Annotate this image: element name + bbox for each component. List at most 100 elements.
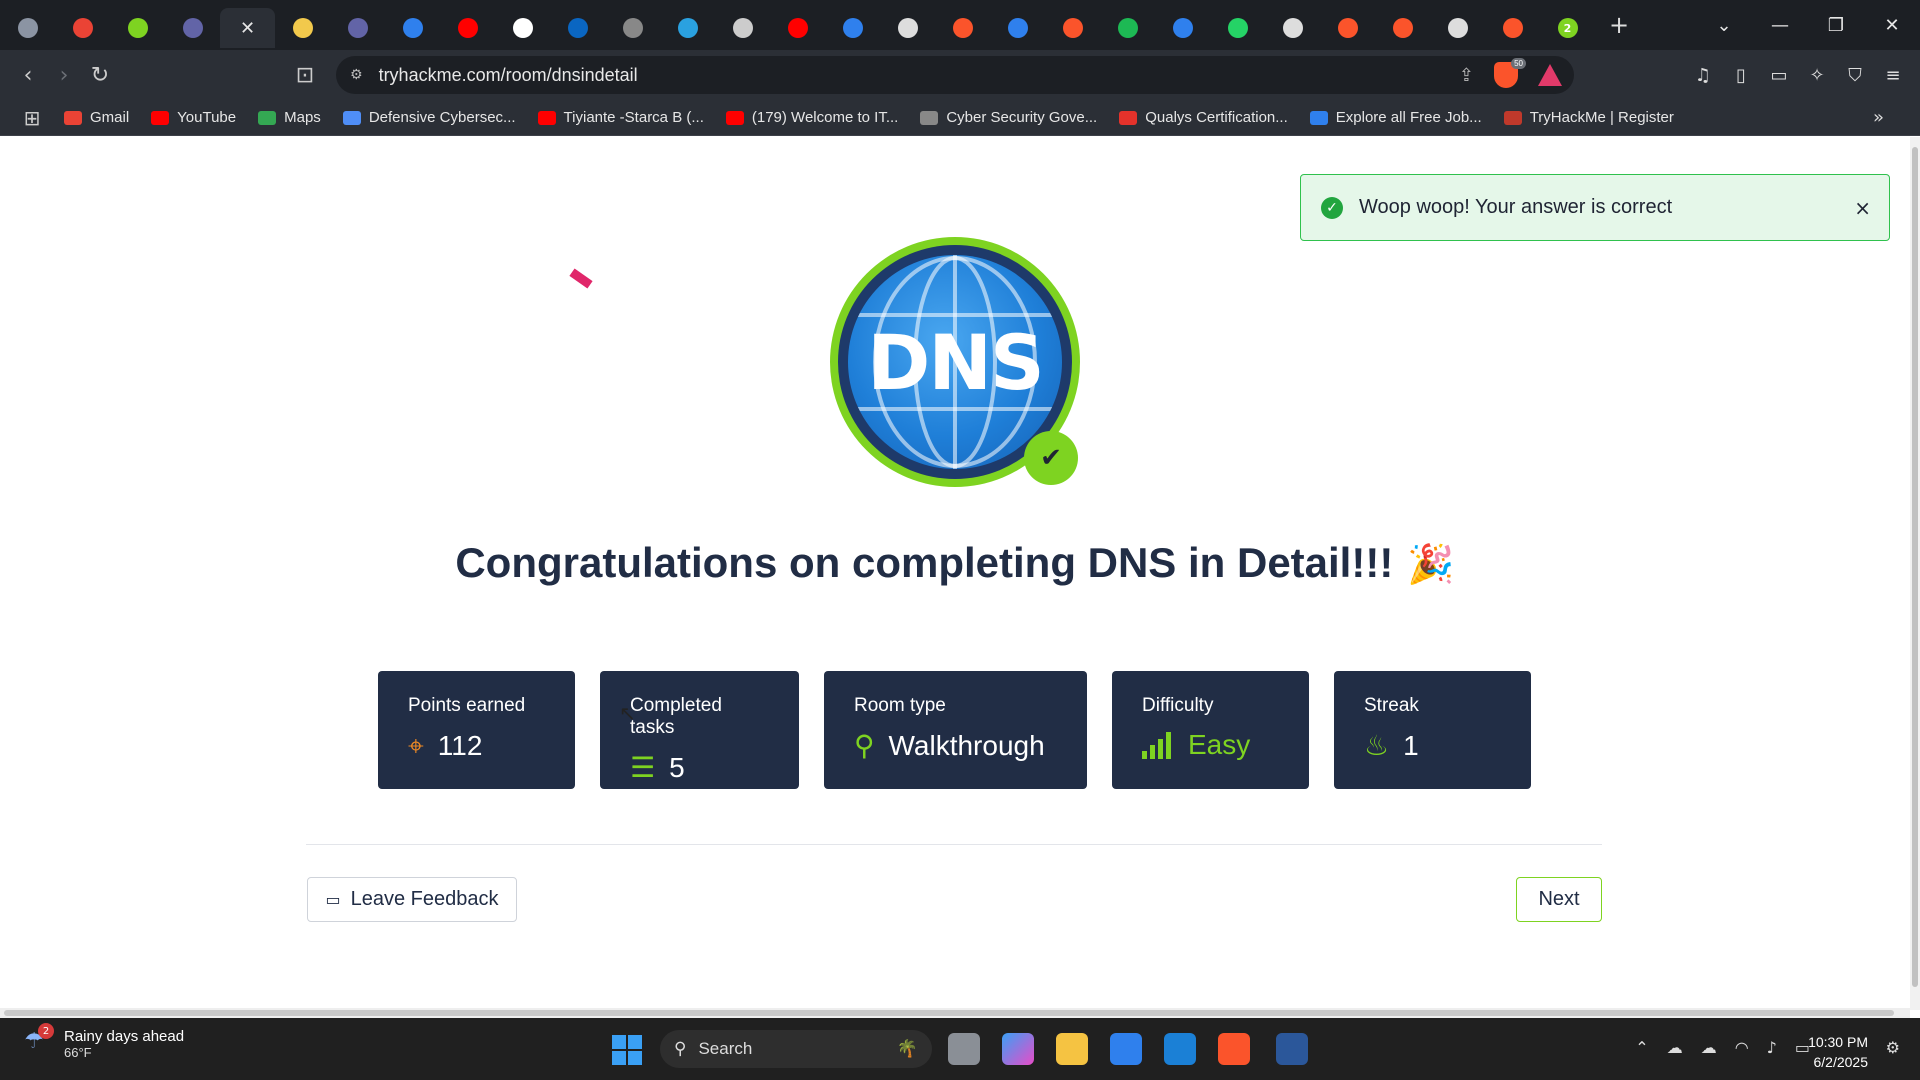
onedrive-icon[interactable]: ☁: [1701, 1038, 1717, 1057]
bookmark-icon[interactable]: ⊡: [287, 63, 323, 88]
maximize-icon[interactable]: ❐: [1808, 15, 1864, 36]
minimize-icon[interactable]: —: [1752, 15, 1808, 36]
teams-icon: [182, 18, 203, 38]
browser-tab[interactable]: [1430, 8, 1485, 48]
cloud-icon[interactable]: ☁: [1667, 1038, 1683, 1057]
share-icon[interactable]: ⇪: [1459, 65, 1474, 86]
volume-icon[interactable]: ♪: [1767, 1038, 1777, 1057]
brave-browser-icon[interactable]: [1218, 1033, 1250, 1065]
brave-icon: [1502, 18, 1523, 38]
browser-tab[interactable]: [550, 8, 605, 48]
teams-icon: [347, 18, 368, 38]
taskbar-search[interactable]: ⚲ Search 🌴: [660, 1030, 932, 1068]
bookmark-favicon-icon: [1503, 110, 1522, 125]
copilot-icon[interactable]: [1002, 1033, 1034, 1065]
leo-ai-icon[interactable]: ✧: [1798, 65, 1836, 86]
browser-tab[interactable]: [1485, 8, 1540, 48]
browser-tab[interactable]: [0, 8, 55, 48]
browser-tab[interactable]: [1045, 8, 1100, 48]
browser-tab[interactable]: [495, 8, 550, 48]
leave-feedback-button[interactable]: ▭ Leave Feedback: [307, 877, 517, 922]
next-label: Next: [1538, 888, 1580, 910]
bookmark-item[interactable]: Defensive Cybersec...: [342, 109, 516, 126]
address-bar[interactable]: ⚙ tryhackme.com/room/dnsindetail ⇪ 50: [336, 56, 1574, 94]
bookmark-item[interactable]: (179) Welcome to IT...: [725, 109, 898, 126]
browser-tab[interactable]: [1375, 8, 1430, 48]
bookmark-item[interactable]: TryHackMe | Register: [1503, 109, 1674, 126]
bookmark-favicon-icon: [725, 110, 744, 125]
weather-title: Rainy days ahead: [64, 1028, 185, 1045]
browser-tab[interactable]: [165, 8, 220, 48]
brave-icon: [952, 18, 973, 38]
browser-tab[interactable]: [110, 8, 165, 48]
brave-rewards-icon[interactable]: [1538, 64, 1562, 86]
bookmark-item[interactable]: Qualys Certification...: [1119, 109, 1288, 126]
tab-search-icon[interactable]: ⌄: [1696, 15, 1752, 36]
browser-tab[interactable]: [935, 8, 990, 48]
sidebar-icon[interactable]: ▯: [1722, 65, 1760, 86]
browser-tab[interactable]: [1155, 8, 1210, 48]
word-icon[interactable]: [1276, 1033, 1308, 1065]
toast-close-icon[interactable]: ×: [1854, 196, 1871, 220]
browser-tab[interactable]: [275, 8, 330, 48]
horizontal-scrollbar[interactable]: [0, 1008, 1910, 1018]
reload-icon[interactable]: ↻: [82, 63, 118, 88]
browser-tab[interactable]: 2: [1540, 8, 1595, 48]
back-icon[interactable]: ‹: [10, 63, 46, 88]
vscode-icon[interactable]: [1164, 1033, 1196, 1065]
close-tab-icon[interactable]: ✕: [240, 18, 255, 39]
globe-icon: [17, 18, 38, 38]
stat-value: Easy: [1188, 729, 1251, 760]
browser-tab[interactable]: [330, 8, 385, 48]
browser-tab[interactable]: [825, 8, 880, 48]
weather-widget[interactable]: ☂ 2 Rainy days ahead 66°F: [24, 1023, 185, 1060]
wifi-icon[interactable]: ◠: [1735, 1038, 1749, 1057]
browser-tab[interactable]: [385, 8, 440, 48]
bookmark-item[interactable]: Gmail: [64, 109, 129, 126]
browser-tab[interactable]: [660, 8, 715, 48]
success-check-icon: ✓: [1321, 196, 1343, 219]
brave-icon: [1062, 18, 1083, 38]
browser-tab[interactable]: [990, 8, 1045, 48]
file-explorer-icon[interactable]: [1056, 1033, 1088, 1065]
browser-tab[interactable]: [715, 8, 770, 48]
close-window-icon[interactable]: ✕: [1864, 15, 1920, 36]
browser-tab[interactable]: [440, 8, 495, 48]
success-toast: ✓ Woop woop! Your answer is correct ×: [1300, 174, 1890, 241]
url-text[interactable]: tryhackme.com/room/dnsindetail: [379, 65, 638, 86]
browser-tab[interactable]: [1320, 8, 1375, 48]
bookmark-item[interactable]: YouTube: [151, 109, 236, 126]
vpn-icon[interactable]: ⛉: [1836, 65, 1874, 86]
forward-icon[interactable]: ›: [46, 63, 82, 88]
vertical-scrollbar[interactable]: [1910, 137, 1920, 1010]
clock[interactable]: 10:30 PM 6/2/2025: [1808, 1032, 1868, 1072]
apps-grid-icon[interactable]: ⊞: [0, 106, 64, 130]
weather-badge: 2: [38, 1023, 54, 1039]
wallet-icon[interactable]: ▭: [1760, 65, 1798, 86]
menu-icon[interactable]: ≡: [1874, 65, 1912, 86]
bookmark-item[interactable]: Cyber Security Gove...: [920, 109, 1097, 126]
browser-tab[interactable]: [605, 8, 660, 48]
browser-tab[interactable]: [1210, 8, 1265, 48]
notifications-icon[interactable]: ⚙: [1886, 1038, 1900, 1057]
new-tab-button[interactable]: +: [1609, 11, 1629, 39]
chevron-up-icon[interactable]: ⌃: [1635, 1038, 1648, 1057]
bookmark-item[interactable]: Explore all Free Job...: [1309, 109, 1482, 126]
browser-tab[interactable]: [1265, 8, 1320, 48]
bookmark-item[interactable]: Maps: [258, 109, 321, 126]
congratulations-heading: Congratulations on completing DNS in Det…: [455, 539, 1394, 586]
browser-tab[interactable]: [55, 8, 110, 48]
bookmark-item[interactable]: Tiyiante -Starca B (...: [537, 109, 704, 126]
start-button[interactable]: [612, 1035, 642, 1065]
browser-tab[interactable]: ✕: [220, 8, 275, 48]
browser-tab[interactable]: [1100, 8, 1155, 48]
store-icon[interactable]: [1110, 1033, 1142, 1065]
task-view-icon[interactable]: [948, 1033, 980, 1065]
media-icon[interactable]: ♫: [1684, 65, 1722, 86]
bookmark-label: Maps: [284, 109, 321, 126]
browser-tab[interactable]: [770, 8, 825, 48]
next-button[interactable]: Next: [1516, 877, 1602, 922]
more-bookmarks-icon[interactable]: »: [1873, 107, 1884, 128]
browser-tab[interactable]: [880, 8, 935, 48]
site-info-icon[interactable]: ⚙: [350, 67, 363, 83]
